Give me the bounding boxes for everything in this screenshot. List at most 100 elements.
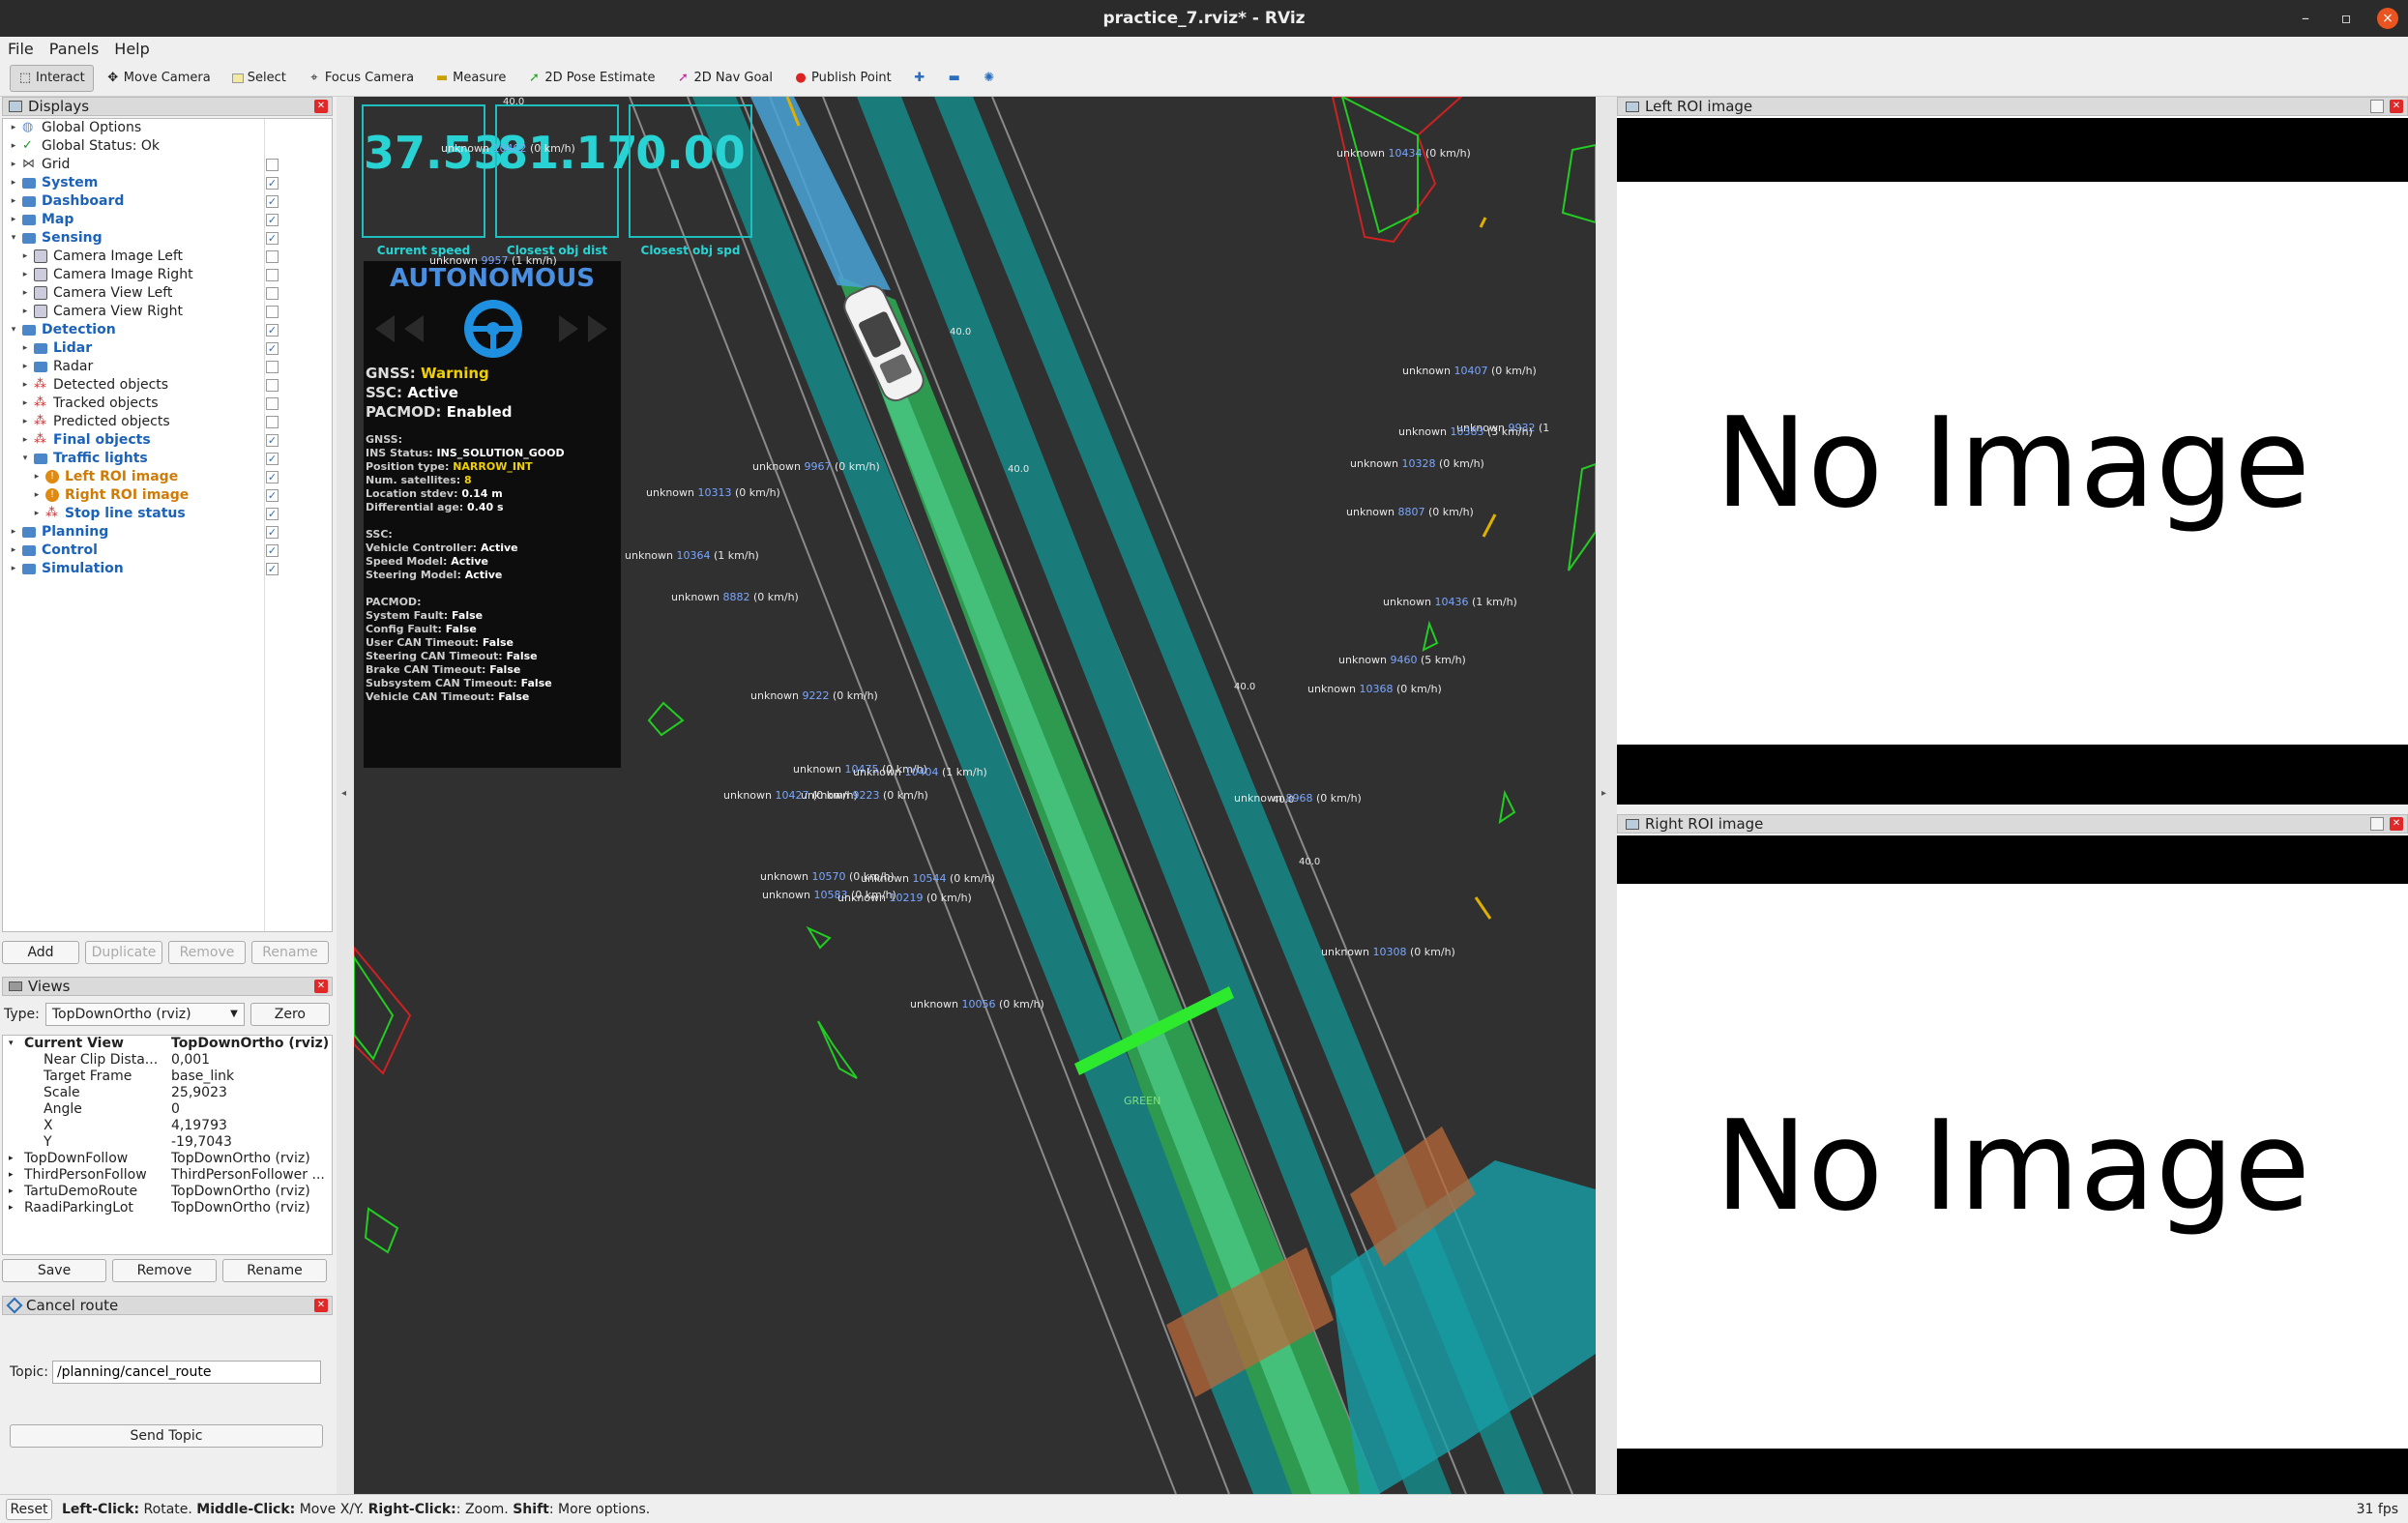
publish-point-tool-button[interactable]: ● Publish Point (785, 65, 900, 92)
expand-arrow-icon[interactable]: ▸ (9, 542, 18, 560)
view-property-value[interactable]: 4,19793 (171, 1118, 227, 1134)
view-property-value[interactable]: 0,001 (171, 1052, 210, 1069)
visibility-checkbox[interactable]: ✓ (266, 526, 279, 539)
view-property-row[interactable]: Angle 0 (3, 1101, 332, 1118)
move-camera-tool-button[interactable]: ✥ Move Camera (98, 65, 220, 92)
current-view-row[interactable]: ▾ Current View TopDownOrtho (rviz) (3, 1036, 332, 1052)
display-item-predicted-objects[interactable]: ▸ ⁂ Predicted objects (3, 413, 332, 431)
display-item-camera-view-left[interactable]: ▸ Camera View Left (3, 284, 332, 303)
close-icon[interactable]: ✕ (314, 100, 328, 113)
measure-tool-button[interactable]: ▬ Measure (426, 65, 514, 92)
views-tree[interactable]: ▾ Current View TopDownOrtho (rviz) Near … (2, 1035, 333, 1255)
saved-view-row[interactable]: ▸ TartuDemoRoute TopDownOrtho (rviz) (3, 1184, 332, 1200)
display-item-camera-image-left[interactable]: ▸ Camera Image Left (3, 248, 332, 266)
visibility-checkbox[interactable]: ✓ (266, 508, 279, 520)
expand-arrow-icon[interactable]: ▸ (20, 303, 30, 321)
expand-arrow-icon[interactable]: ▸ (9, 192, 18, 211)
display-item-planning[interactable]: ▸ Planning ✓ (3, 523, 332, 542)
display-item-left-roi-image[interactable]: ▸! Left ROI image ✓ (3, 468, 332, 486)
view-property-value[interactable]: 25,9023 (171, 1085, 227, 1101)
menu-file[interactable]: File (8, 40, 34, 58)
float-icon[interactable] (2370, 100, 2384, 113)
rename-display-button[interactable]: Rename (251, 941, 329, 964)
expand-arrow-icon[interactable]: ▸ (20, 358, 30, 376)
menu-help[interactable]: Help (114, 40, 149, 58)
display-item-global-options[interactable]: ▸ ◍ Global Options (3, 119, 332, 137)
displays-tree[interactable]: ▸ ◍ Global Options ▸ ✓ Global Status: Ok ▸ ⋈ Gri… (2, 118, 333, 932)
expand-arrow-icon[interactable]: ▸ (20, 248, 30, 266)
add-tool-button[interactable]: ✚ (904, 65, 935, 92)
tool-properties-button[interactable]: ✺ (974, 65, 1005, 92)
3d-viewport[interactable]: 37.53 Current speed 81.17 Closest obj di… (354, 97, 1596, 1494)
display-item-camera-view-right[interactable]: ▸ Camera View Right (3, 303, 332, 321)
expand-arrow-icon[interactable]: ▸ (32, 468, 42, 486)
expand-arrow-icon[interactable]: ▸ (9, 1184, 14, 1200)
display-item-detected-objects[interactable]: ▸ ⁂ Detected objects (3, 376, 332, 395)
close-icon[interactable]: × (2377, 8, 2398, 29)
focus-camera-tool-button[interactable]: ⌖ Focus Camera (299, 65, 423, 92)
visibility-checkbox[interactable]: ✓ (266, 489, 279, 502)
visibility-checkbox[interactable] (266, 287, 279, 300)
save-view-button[interactable]: Save (2, 1259, 106, 1282)
minimize-icon[interactable]: – (2296, 0, 2315, 37)
visibility-checkbox[interactable] (266, 250, 279, 263)
nav-goal-tool-button[interactable]: ➚ 2D Nav Goal (667, 65, 781, 92)
expand-arrow-icon[interactable]: ▸ (20, 395, 30, 413)
float-icon[interactable] (2370, 817, 2384, 831)
view-property-row[interactable]: Scale 25,9023 (3, 1085, 332, 1101)
display-item-stop-line-status[interactable]: ▸ ⁂ Stop line status ✓ (3, 505, 332, 523)
visibility-checkbox[interactable] (266, 306, 279, 318)
view-property-value[interactable]: base_link (171, 1069, 234, 1085)
expand-arrow-icon[interactable]: ▸ (20, 431, 30, 450)
expand-arrow-icon[interactable]: ▸ (32, 486, 42, 505)
display-item-tracked-objects[interactable]: ▸ ⁂ Tracked objects (3, 395, 332, 413)
visibility-checkbox[interactable]: ✓ (266, 232, 279, 245)
remove-view-button[interactable]: Remove (112, 1259, 217, 1282)
maximize-icon[interactable]: ▫ (2336, 0, 2356, 37)
expand-arrow-icon[interactable]: ▸ (9, 211, 18, 229)
collapse-right-icon[interactable]: ▸ (1601, 788, 1606, 799)
display-item-map[interactable]: ▸ Map ✓ (3, 211, 332, 229)
collapse-arrow-icon[interactable]: ▾ (20, 450, 30, 468)
saved-view-row[interactable]: ▸ RaadiParkingLot TopDownOrtho (rviz) (3, 1200, 332, 1216)
right-splitter[interactable]: ▸ (1596, 97, 1617, 1494)
expand-arrow-icon[interactable]: ▸ (9, 137, 18, 156)
close-icon[interactable]: ✕ (2390, 817, 2403, 831)
display-item-control[interactable]: ▸ Control ✓ (3, 542, 332, 560)
pose-estimate-tool-button[interactable]: ➚ 2D Pose Estimate (518, 65, 663, 92)
topic-input[interactable] (51, 1361, 321, 1384)
saved-view-row[interactable]: ▸ TopDownFollow TopDownOrtho (rviz) (3, 1151, 332, 1167)
expand-arrow-icon[interactable]: ▸ (9, 156, 18, 174)
display-item-traffic-lights[interactable]: ▾ Traffic lights ✓ (3, 450, 332, 468)
expand-arrow-icon[interactable]: ▸ (9, 1151, 14, 1167)
duplicate-display-button[interactable]: Duplicate (85, 941, 162, 964)
left-splitter[interactable]: ◂ (337, 97, 354, 1494)
send-topic-button[interactable]: Send Topic (10, 1424, 323, 1448)
close-icon[interactable]: ✕ (314, 1299, 328, 1312)
rename-view-button[interactable]: Rename (222, 1259, 327, 1282)
visibility-checkbox[interactable]: ✓ (266, 453, 279, 465)
display-item-right-roi-image[interactable]: ▸! Right ROI image ✓ (3, 486, 332, 505)
expand-arrow-icon[interactable]: ▸ (9, 119, 18, 137)
expand-arrow-icon[interactable]: ▸ (20, 284, 30, 303)
view-type-select[interactable]: TopDownOrtho (rviz) ▼ (44, 1003, 245, 1026)
visibility-checkbox[interactable] (266, 269, 279, 281)
collapse-arrow-icon[interactable]: ▾ (9, 321, 18, 339)
add-display-button[interactable]: Add (2, 941, 79, 964)
expand-arrow-icon[interactable]: ▸ (9, 174, 18, 192)
expand-arrow-icon[interactable]: ▸ (32, 505, 42, 523)
display-item-radar[interactable]: ▸ Radar (3, 358, 332, 376)
expand-arrow-icon[interactable]: ▸ (20, 413, 30, 431)
collapse-left-icon[interactable]: ◂ (341, 788, 346, 799)
visibility-checkbox[interactable]: ✓ (266, 214, 279, 226)
visibility-checkbox[interactable]: ✓ (266, 471, 279, 483)
display-item-final-objects[interactable]: ▸ ⁂ Final objects ✓ (3, 431, 332, 450)
saved-view-row[interactable]: ▸ ThirdPersonFollow ThirdPersonFollower ..… (3, 1167, 332, 1184)
visibility-checkbox[interactable] (266, 397, 279, 410)
expand-arrow-icon[interactable]: ▸ (20, 376, 30, 395)
expand-arrow-icon[interactable]: ▸ (9, 560, 18, 578)
expand-arrow-icon[interactable]: ▸ (20, 266, 30, 284)
view-property-row[interactable]: Near Clip Dista... 0,001 (3, 1052, 332, 1069)
expand-arrow-icon[interactable]: ▸ (20, 339, 30, 358)
expand-arrow-icon[interactable]: ▸ (9, 523, 18, 542)
